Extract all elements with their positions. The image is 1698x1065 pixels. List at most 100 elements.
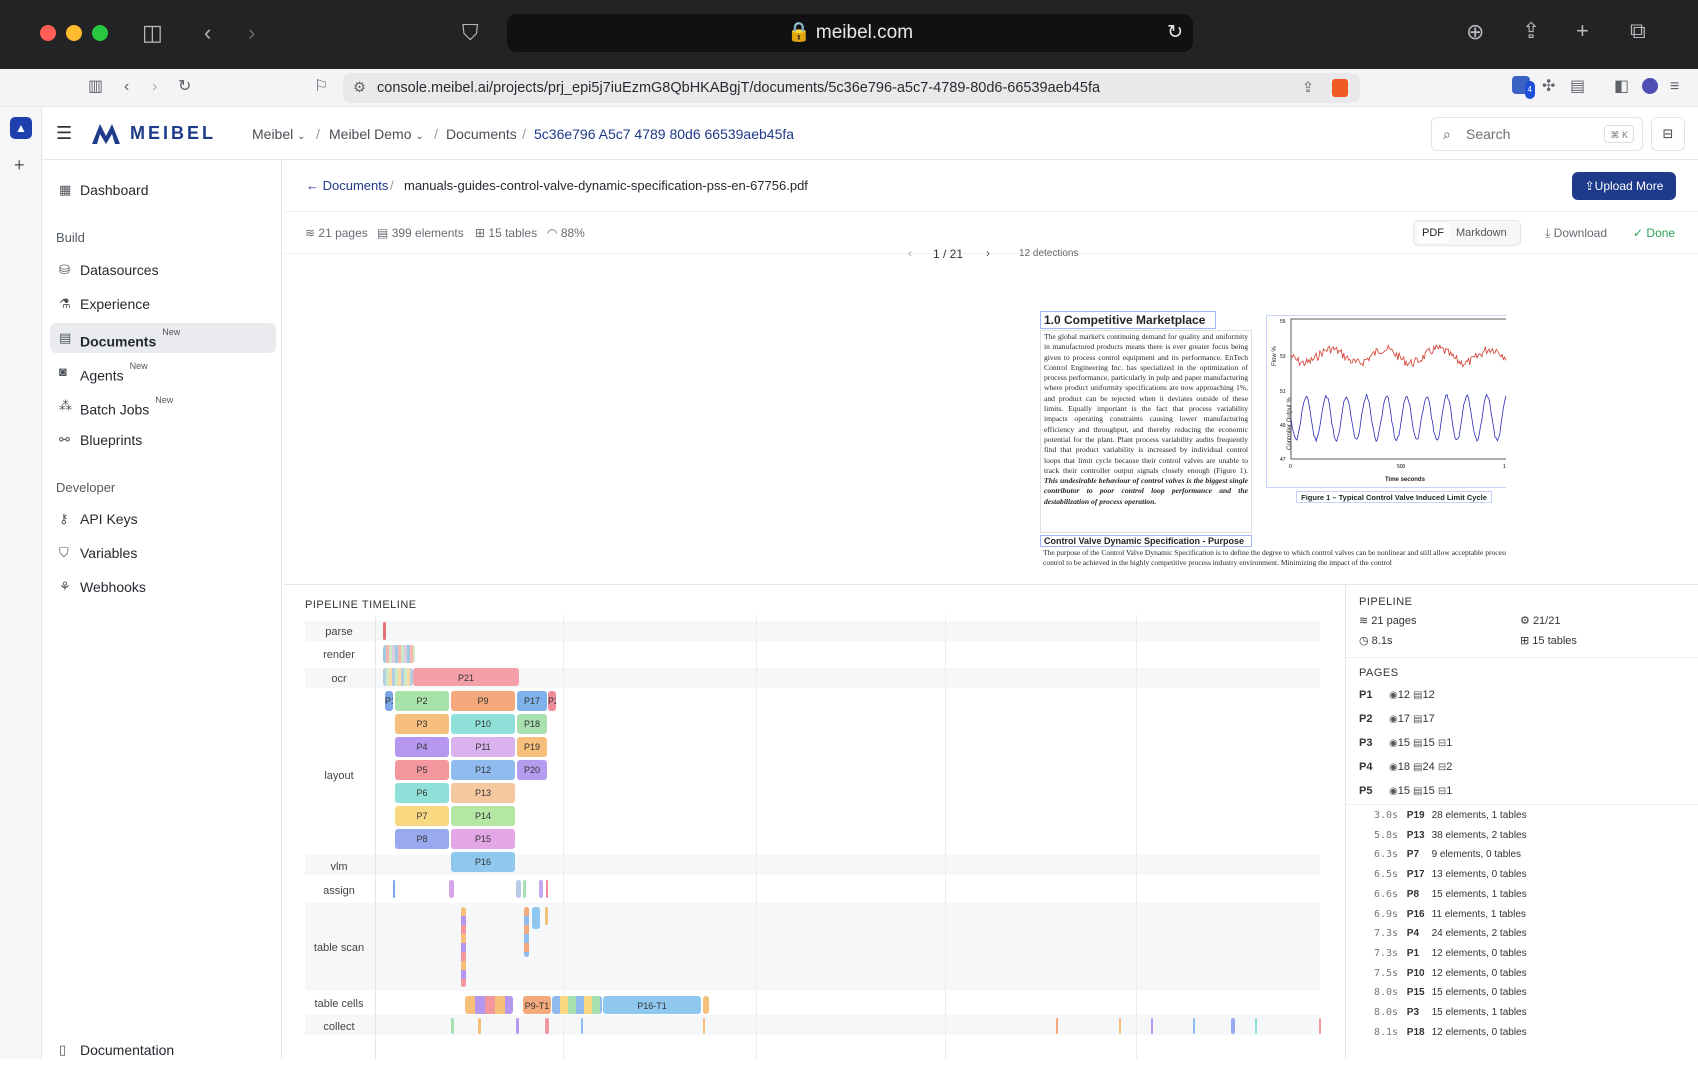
timeline-block[interactable] [478, 1018, 481, 1034]
timeline-block[interactable] [1193, 1018, 1195, 1034]
split-view-icon[interactable]: ◧ [1614, 78, 1629, 96]
puzzle-icon[interactable]: ✣ [1542, 78, 1555, 96]
sidebar-toggle-icon[interactable]: ◫ [142, 22, 163, 44]
timeline-block[interactable]: P4 [395, 737, 449, 757]
share-icon[interactable]: ⇪ [1522, 20, 1540, 42]
reader-icon[interactable]: ▤ [1570, 78, 1585, 96]
timeline-block[interactable]: P14 [451, 806, 515, 826]
breadcrumb-project[interactable]: Meibel Demo ⌄ [329, 126, 424, 142]
page-row[interactable]: P3 ◉15 ▤15 ⊟1 [1359, 734, 1689, 752]
timeline-block[interactable] [393, 880, 395, 898]
timeline-block[interactable] [451, 1018, 454, 1034]
upload-more-button[interactable]: ⇪Upload More [1572, 172, 1676, 200]
pdf-paragraph[interactable]: The global market's continuing demand fo… [1040, 330, 1252, 533]
reload-icon[interactable]: ↻ [178, 78, 191, 96]
add-app-icon[interactable]: + [14, 155, 25, 176]
url-field[interactable]: ⚙ console.meibel.ai/projects/prj_epi5j7i… [343, 73, 1360, 103]
timeline-block[interactable] [545, 907, 548, 925]
sidebar-item-experience[interactable]: ⚗ Experience [50, 289, 276, 319]
timeline-block[interactable] [1119, 1018, 1121, 1034]
pdf-figure-caption[interactable]: Figure 1 – Typical Control Valve Induced… [1296, 491, 1492, 503]
timeline-block[interactable]: P10 [451, 714, 515, 734]
sidebar-item-documentation[interactable]: ▯ Documentation [50, 1035, 276, 1065]
extension-icon[interactable]: 4 [1512, 76, 1535, 99]
sidebar-item-api-keys[interactable]: ⚷ API Keys [50, 504, 276, 534]
shield-icon[interactable]: ⛉ [462, 22, 479, 44]
timeline-block[interactable] [552, 996, 602, 1014]
timeline-block[interactable] [383, 645, 415, 663]
download-icon[interactable]: ⊕ [1466, 21, 1484, 43]
timeline-block[interactable] [532, 907, 540, 929]
page-row[interactable]: P1 ◉12 ▤12 [1359, 686, 1689, 704]
forward-icon[interactable]: › [152, 78, 157, 96]
timeline-block[interactable]: P9-T1 [523, 996, 551, 1014]
hamburger-icon[interactable]: ☰ [56, 123, 72, 144]
profile-icon[interactable] [1642, 78, 1658, 94]
sidebar-item-blueprints[interactable]: ⚯ Blueprints [50, 425, 276, 455]
page-row[interactable]: P4 ◉18 ▤24 ⊟2 [1359, 758, 1689, 776]
timeline-block[interactable]: P12 [451, 760, 515, 780]
sidebar-item-documents[interactable]: ▤ Documents New [50, 323, 276, 353]
next-page-icon[interactable]: › [986, 246, 990, 260]
app-icon[interactable]: ▲ [10, 117, 32, 139]
timeline-block[interactable]: P9 [451, 691, 515, 711]
timeline-block[interactable] [523, 880, 526, 898]
breadcrumb-org[interactable]: Meibel ⌄ [252, 126, 306, 142]
timeline-block[interactable]: P15 [451, 829, 515, 849]
timeline-block[interactable]: P17 [517, 691, 547, 711]
timeline-block[interactable] [1319, 1018, 1321, 1034]
site-settings-icon[interactable]: ⚙ [353, 73, 366, 103]
timeline-block[interactable] [703, 996, 709, 1014]
share-icon[interactable]: ⇪ [1302, 73, 1314, 103]
download-button[interactable]: ⤓ Download [1545, 226, 1607, 241]
timeline-block[interactable] [461, 907, 466, 987]
sidebar-item-agents[interactable]: ◙ Agents New [50, 357, 276, 387]
back-icon[interactable]: ‹ [124, 78, 129, 96]
timeline-block[interactable] [383, 668, 413, 686]
pdf-figure[interactable]: Flow % Controller Output % Time seconds … [1266, 315, 1506, 488]
close-window-button[interactable] [40, 25, 56, 41]
inbox-icon[interactable]: ⊟ [1651, 117, 1685, 151]
page-row[interactable]: P5 ◉15 ▤15 ⊟1 [1359, 782, 1689, 800]
breadcrumb-documents[interactable]: Documents [446, 126, 517, 142]
pdf-heading[interactable]: 1.0 Competitive Marketplace [1040, 311, 1216, 329]
timeline-block[interactable]: P18 [517, 714, 547, 734]
sidebar-item-batch-jobs[interactable]: ⁂ Batch Jobs New [50, 391, 276, 421]
sidebar-item-dashboard[interactable]: ▦ Dashboard [50, 175, 276, 205]
reload-icon[interactable]: ↻ [1167, 14, 1183, 52]
timeline-block[interactable]: P20 [517, 760, 547, 780]
timeline-block[interactable]: P16 [451, 852, 515, 872]
timeline-block[interactable]: P3 [395, 714, 449, 734]
timeline-block[interactable]: P7 [395, 806, 449, 826]
brave-shield-icon[interactable] [1332, 79, 1348, 97]
sidebar-item-variables[interactable]: ⛉ Variables [50, 538, 276, 568]
back-to-documents-link[interactable]: ← Documents [306, 178, 388, 193]
pdf-paragraph[interactable]: The purpose of the Control Valve Dynamic… [1040, 548, 1506, 574]
timeline-block[interactable] [539, 880, 543, 898]
timeline-block[interactable] [383, 622, 386, 640]
bookmark-icon[interactable]: ⚐ [314, 78, 328, 96]
timeline-block[interactable]: P1 [385, 691, 393, 711]
timeline-block[interactable] [516, 880, 521, 898]
timeline-block[interactable] [1151, 1018, 1153, 1034]
timeline-block[interactable]: P13 [451, 783, 515, 803]
timeline-block[interactable]: P16-T1 [603, 996, 701, 1014]
timeline-block[interactable] [581, 1018, 583, 1034]
timeline-block[interactable] [703, 1018, 705, 1034]
timeline-block[interactable]: P19 [517, 737, 547, 757]
tabs-overview-icon[interactable]: ⧉ [1630, 20, 1646, 42]
markdown-tab[interactable]: Markdown [1456, 223, 1507, 243]
timeline-block[interactable] [465, 996, 513, 1014]
timeline-block[interactable] [449, 880, 454, 898]
timeline-block[interactable]: P11 [451, 737, 515, 757]
back-icon[interactable]: ‹ [204, 22, 211, 44]
address-pill[interactable]: 🔒 meibel.com ↻ [507, 14, 1193, 52]
sidebar-item-datasources[interactable]: ⛁ Datasources [50, 255, 276, 285]
pdf-tab[interactable]: PDF [1417, 223, 1449, 243]
timeline-block[interactable]: P2 [548, 691, 556, 711]
timeline-block[interactable]: P5 [395, 760, 449, 780]
breadcrumb-document-id[interactable]: 5c36e796 A5c7 4789 80d6 66539aeb45fa [534, 126, 794, 142]
search-input[interactable]: ⌕ Search ⌘ K [1431, 117, 1643, 151]
menu-icon[interactable]: ≡ [1670, 78, 1679, 96]
timeline-block[interactable] [524, 907, 529, 957]
